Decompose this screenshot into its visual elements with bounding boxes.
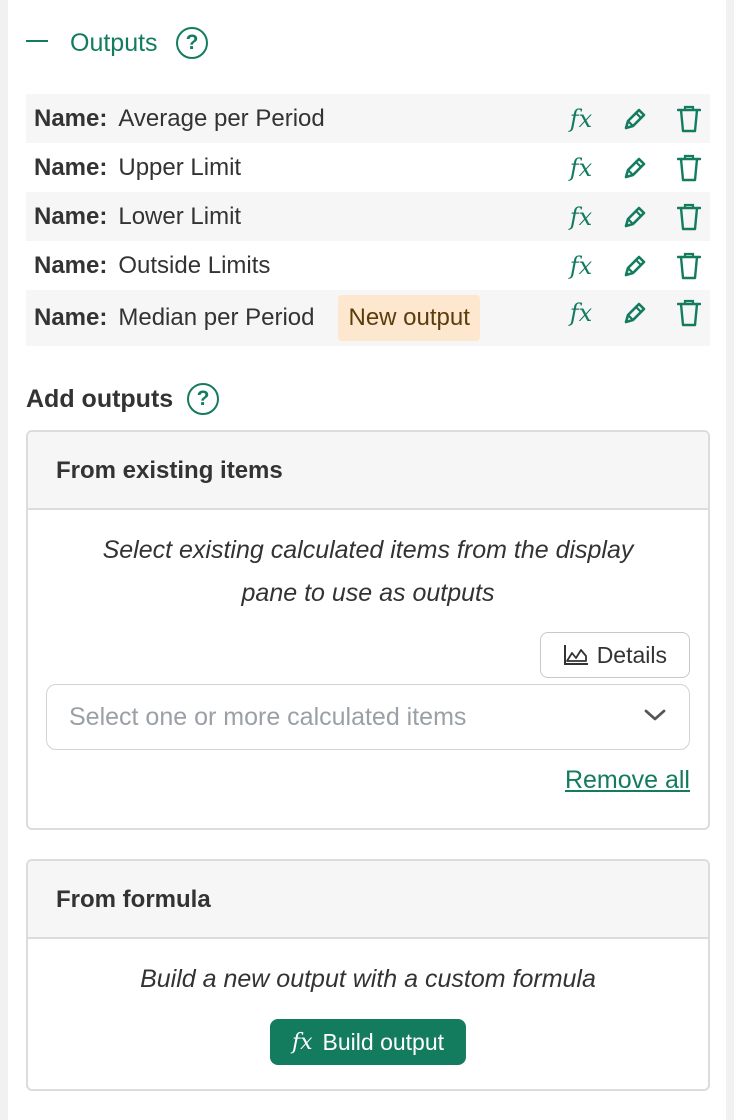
outputs-list: Name: Average per Period fx Name: Upper …: [26, 94, 710, 346]
build-output-label: Build output: [322, 1028, 445, 1055]
trash-icon[interactable]: [674, 202, 704, 232]
details-button[interactable]: Details: [539, 632, 690, 678]
fx-icon[interactable]: fx: [566, 153, 596, 183]
new-output-badge: New output: [338, 295, 480, 341]
pencil-icon[interactable]: [620, 298, 650, 328]
output-row-actions: fx: [566, 94, 704, 143]
details-button-label: Details: [596, 641, 667, 668]
outputs-panel: Outputs ? Name: Average per Period fx Na…: [8, 0, 726, 1120]
add-outputs-help-icon[interactable]: ?: [187, 383, 219, 415]
pencil-icon[interactable]: [620, 202, 650, 232]
output-name-value: Median per Period: [118, 304, 315, 331]
from-existing-hint-line1: Select existing calculated items from th…: [102, 536, 634, 564]
fx-icon: fx: [291, 1029, 313, 1055]
output-row: Name: Upper Limit fx: [26, 143, 710, 192]
output-name-label: Name:: [34, 153, 108, 181]
add-outputs-title: Add outputs: [26, 385, 174, 413]
output-name-value: Average per Period: [118, 104, 325, 132]
output-name-value: Upper Limit: [118, 153, 242, 181]
from-formula-header: From formula: [28, 861, 708, 939]
output-row: Name: Lower Limit fx: [26, 192, 710, 241]
pencil-icon[interactable]: [620, 104, 650, 134]
outputs-help-icon[interactable]: ?: [176, 27, 208, 59]
trash-icon[interactable]: [674, 104, 704, 134]
pencil-icon[interactable]: [620, 153, 650, 183]
trash-icon[interactable]: [674, 251, 704, 281]
output-name-value: Lower Limit: [118, 202, 242, 230]
fx-icon[interactable]: fx: [566, 251, 596, 281]
from-existing-items-header: From existing items: [28, 432, 708, 510]
output-row-actions: fx: [566, 143, 704, 192]
from-existing-hint-line2: pane to use as outputs: [241, 579, 495, 607]
output-row: Name: Average per Period fx: [26, 94, 710, 143]
output-row-actions: fx: [566, 241, 704, 290]
output-row: Name: Median per Period New output fx: [26, 290, 710, 346]
fx-icon[interactable]: fx: [566, 202, 596, 232]
calculated-items-select[interactable]: Select one or more calculated items: [46, 684, 690, 750]
output-row-actions: fx: [566, 192, 704, 241]
output-name-label: Name:: [34, 304, 108, 331]
output-row: Name: Outside Limits fx: [26, 241, 710, 290]
output-row-actions: fx: [566, 290, 704, 346]
pencil-icon[interactable]: [620, 251, 650, 281]
outputs-section-title[interactable]: Outputs: [70, 26, 158, 60]
build-output-button[interactable]: fx Build output: [269, 1019, 467, 1065]
from-existing-items-card: From existing items Select existing calc…: [26, 430, 710, 830]
collapse-minus-icon[interactable]: [26, 40, 48, 42]
from-formula-hint: Build a new output with a custom formula: [140, 965, 596, 993]
chart-icon: [563, 645, 588, 665]
trash-icon[interactable]: [674, 153, 704, 183]
output-name-label: Name:: [34, 104, 108, 132]
output-name-label: Name:: [34, 251, 108, 279]
output-name-value: Outside Limits: [118, 251, 271, 279]
output-name-label: Name:: [34, 202, 108, 230]
chevron-down-icon[interactable]: [643, 707, 667, 723]
fx-icon[interactable]: fx: [566, 298, 596, 328]
select-placeholder: Select one or more calculated items: [69, 702, 467, 731]
remove-all-link[interactable]: Remove all: [565, 766, 690, 795]
from-formula-card: From formula Build a new output with a c…: [26, 859, 710, 1091]
trash-icon[interactable]: [674, 298, 704, 328]
fx-icon[interactable]: fx: [566, 104, 596, 134]
